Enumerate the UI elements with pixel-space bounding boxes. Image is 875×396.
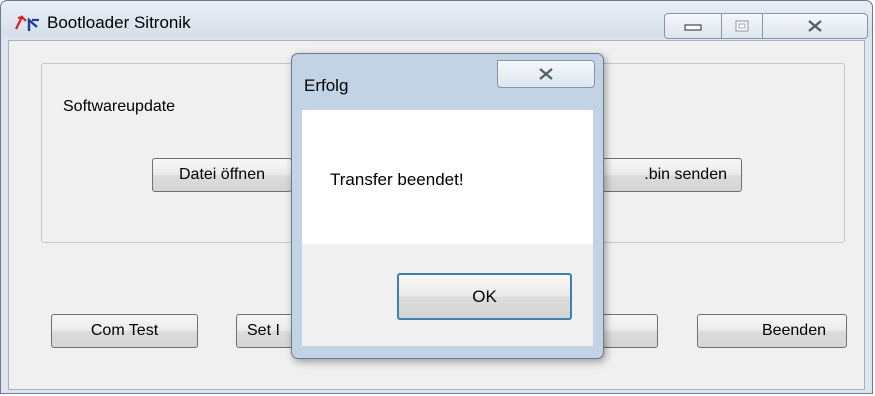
dialog-close-button[interactable]: [497, 60, 595, 88]
close-icon: [808, 20, 822, 32]
exit-button[interactable]: Beenden: [697, 314, 847, 348]
minimize-button[interactable]: [664, 13, 722, 39]
bootloader-app-icon: [15, 15, 39, 31]
maximize-button[interactable]: [722, 13, 762, 39]
dialog-message: Transfer beendet!: [330, 170, 464, 189]
close-button[interactable]: [762, 13, 868, 39]
com-test-button[interactable]: Com Test: [51, 314, 198, 348]
ok-button[interactable]: OK: [397, 273, 572, 320]
close-icon: [539, 68, 553, 80]
open-file-button[interactable]: Datei öffnen: [152, 158, 292, 192]
softwareupdate-group-label: Softwareupdate: [60, 98, 179, 116]
window-title: Bootloader Sitronik: [47, 13, 191, 32]
send-bin-button[interactable]: .bin senden: [598, 158, 742, 192]
dialog-title: Erfolg: [304, 76, 349, 95]
maximize-icon: [735, 20, 749, 32]
minimize-icon: [684, 24, 702, 31]
